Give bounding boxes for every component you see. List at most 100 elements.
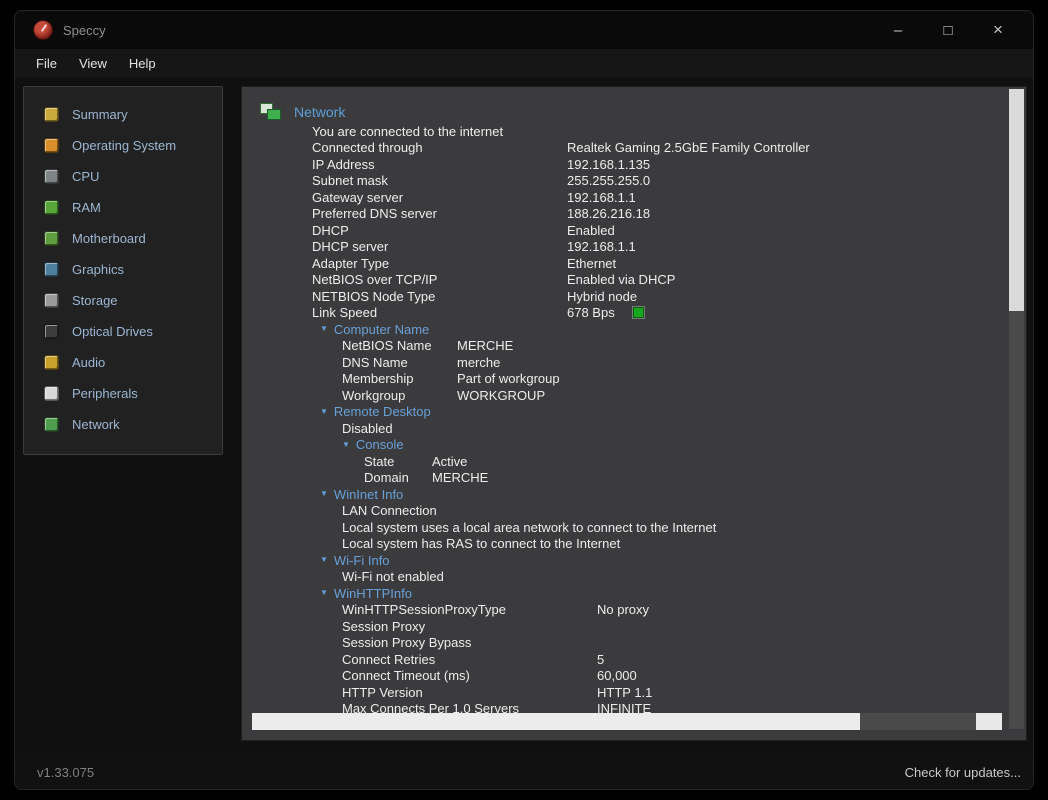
info-value: Part of workgroup bbox=[457, 371, 560, 386]
link-speed-indicator-icon bbox=[633, 307, 644, 318]
info-value: Enabled bbox=[567, 223, 615, 238]
sidebar-item-label: Peripherals bbox=[72, 386, 138, 401]
info-text: Local system has RAS to connect to the I… bbox=[312, 536, 1026, 553]
info-row-adapter-type: Adapter TypeEthernet bbox=[312, 255, 1026, 272]
sidebar-item-summary[interactable]: Summary bbox=[24, 99, 222, 130]
graphics-icon bbox=[44, 262, 59, 277]
collapse-arrow-icon: ▼ bbox=[320, 589, 328, 597]
info-value: Ethernet bbox=[567, 256, 616, 271]
audio-icon bbox=[44, 355, 59, 370]
info-row-connect-timeout-ms: Connect Timeout (ms)60,000 bbox=[312, 668, 1026, 685]
optical-drives-icon bbox=[44, 324, 59, 339]
minimize-button[interactable]: – bbox=[873, 11, 923, 49]
info-row-netbios-name: NetBIOS NameMERCHE bbox=[312, 338, 1026, 355]
sidebar-item-label: Network bbox=[72, 417, 120, 432]
sidebar-item-label: Graphics bbox=[72, 262, 124, 277]
info-row-winhttpsessionproxytype: WinHTTPSessionProxyTypeNo proxy bbox=[312, 602, 1026, 619]
info-label: NetBIOS Name bbox=[342, 338, 457, 353]
horizontal-scrollbar[interactable] bbox=[252, 713, 1002, 730]
collapse-arrow-icon: ▼ bbox=[320, 490, 328, 498]
info-text: You are connected to the internet bbox=[312, 123, 1026, 140]
sidebar-item-network[interactable]: Network bbox=[24, 409, 222, 440]
info-label: NetBIOS over TCP/IP bbox=[312, 272, 567, 287]
section-toggle-wi-fi-info[interactable]: ▼Wi-Fi Info bbox=[312, 552, 1026, 569]
info-row-dns-name: DNS Namemerche bbox=[312, 354, 1026, 371]
sidebar-item-label: Optical Drives bbox=[72, 324, 153, 339]
info-row-http-version: HTTP VersionHTTP 1.1 bbox=[312, 684, 1026, 701]
info-label: NETBIOS Node Type bbox=[312, 289, 567, 304]
menu-bar: FileViewHelp bbox=[15, 49, 1033, 77]
sidebar-item-graphics[interactable]: Graphics bbox=[24, 254, 222, 285]
status-bar: v1.33.075 Check for updates... bbox=[15, 755, 1033, 789]
horizontal-scrollbar-thumb[interactable] bbox=[252, 713, 860, 730]
sidebar-item-cpu[interactable]: CPU bbox=[24, 161, 222, 192]
info-label: Domain bbox=[364, 470, 432, 485]
section-toggle-wininet-info[interactable]: ▼WinInet Info bbox=[312, 486, 1026, 503]
close-button[interactable]: × bbox=[973, 11, 1023, 49]
info-row-membership: MembershipPart of workgroup bbox=[312, 371, 1026, 388]
info-value: 188.26.216.18 bbox=[567, 206, 650, 221]
network-info-list: You are connected to the internetConnect… bbox=[312, 123, 1026, 713]
sidebar-item-operating-system[interactable]: Operating System bbox=[24, 130, 222, 161]
info-value: INFINITE bbox=[597, 701, 651, 713]
info-label: Connected through bbox=[312, 140, 567, 155]
info-label: Connect Timeout (ms) bbox=[342, 668, 597, 683]
app-icon bbox=[33, 20, 53, 40]
section-toggle-winhttpinfo[interactable]: ▼WinHTTPInfo bbox=[312, 585, 1026, 602]
info-text: Disabled bbox=[312, 420, 1026, 437]
info-label: Adapter Type bbox=[312, 256, 567, 271]
sidebar-item-peripherals[interactable]: Peripherals bbox=[24, 378, 222, 409]
sidebar-item-label: RAM bbox=[72, 200, 101, 215]
info-row-netbios-node-type: NETBIOS Node TypeHybrid node bbox=[312, 288, 1026, 305]
section-toggle-remote-desktop[interactable]: ▼Remote Desktop bbox=[312, 404, 1026, 421]
info-row-workgroup: WorkgroupWORKGROUP bbox=[312, 387, 1026, 404]
speccy-window: Speccy – □ × FileViewHelp Summary Operati… bbox=[14, 10, 1034, 790]
collapse-arrow-icon: ▼ bbox=[320, 408, 328, 416]
network-header-icon bbox=[260, 103, 282, 121]
collapse-arrow-icon: ▼ bbox=[320, 556, 328, 564]
info-label: DHCP server bbox=[312, 239, 567, 254]
window-title: Speccy bbox=[63, 23, 106, 38]
sidebar-item-motherboard[interactable]: Motherboard bbox=[24, 223, 222, 254]
info-label: Preferred DNS server bbox=[312, 206, 567, 221]
info-label: HTTP Version bbox=[342, 685, 597, 700]
sidebar-item-label: Storage bbox=[72, 293, 118, 308]
scrollbar-corner bbox=[976, 713, 1002, 730]
maximize-button[interactable]: □ bbox=[923, 11, 973, 49]
vertical-scrollbar-thumb[interactable] bbox=[1009, 89, 1024, 311]
sidebar-item-label: Audio bbox=[72, 355, 105, 370]
info-value: 192.168.1.1 bbox=[567, 190, 636, 205]
info-value: Realtek Gaming 2.5GbE Family Controller bbox=[567, 140, 810, 155]
vertical-scrollbar[interactable] bbox=[1009, 89, 1024, 729]
section-toggle-computer-name[interactable]: ▼Computer Name bbox=[312, 321, 1026, 338]
info-row-link-speed: Link Speed678 Bps bbox=[312, 305, 1026, 322]
info-label: Session Proxy bbox=[342, 619, 597, 634]
info-label: Max Connects Per 1.0 Servers bbox=[342, 701, 597, 713]
storage-icon bbox=[44, 293, 59, 308]
collapse-arrow-icon: ▼ bbox=[342, 441, 350, 449]
motherboard-icon bbox=[44, 231, 59, 246]
peripherals-icon bbox=[44, 386, 59, 401]
menu-file[interactable]: File bbox=[25, 49, 68, 77]
info-row-connect-retries: Connect Retries5 bbox=[312, 651, 1026, 668]
section-toggle-console[interactable]: ▼Console bbox=[312, 437, 1026, 454]
info-value: 678 Bps bbox=[567, 305, 615, 320]
info-value: Enabled via DHCP bbox=[567, 272, 675, 287]
info-label: DHCP bbox=[312, 223, 567, 238]
info-row-preferred-dns-server: Preferred DNS server188.26.216.18 bbox=[312, 206, 1026, 223]
menu-help[interactable]: Help bbox=[118, 49, 167, 77]
info-value: WORKGROUP bbox=[457, 388, 545, 403]
check-for-updates-link[interactable]: Check for updates... bbox=[905, 765, 1021, 780]
sidebar-item-label: Summary bbox=[72, 107, 128, 122]
info-text: LAN Connection bbox=[312, 503, 1026, 520]
sidebar-item-optical-drives[interactable]: Optical Drives bbox=[24, 316, 222, 347]
sidebar-item-audio[interactable]: Audio bbox=[24, 347, 222, 378]
title-bar: Speccy – □ × bbox=[15, 11, 1033, 49]
info-row-subnet-mask: Subnet mask255.255.255.0 bbox=[312, 173, 1026, 190]
sidebar-item-storage[interactable]: Storage bbox=[24, 285, 222, 316]
sidebar-item-label: Operating System bbox=[72, 138, 176, 153]
info-value: 5 bbox=[597, 652, 604, 667]
sidebar-item-ram[interactable]: RAM bbox=[24, 192, 222, 223]
menu-view[interactable]: View bbox=[68, 49, 118, 77]
info-text: Wi-Fi not enabled bbox=[312, 569, 1026, 586]
